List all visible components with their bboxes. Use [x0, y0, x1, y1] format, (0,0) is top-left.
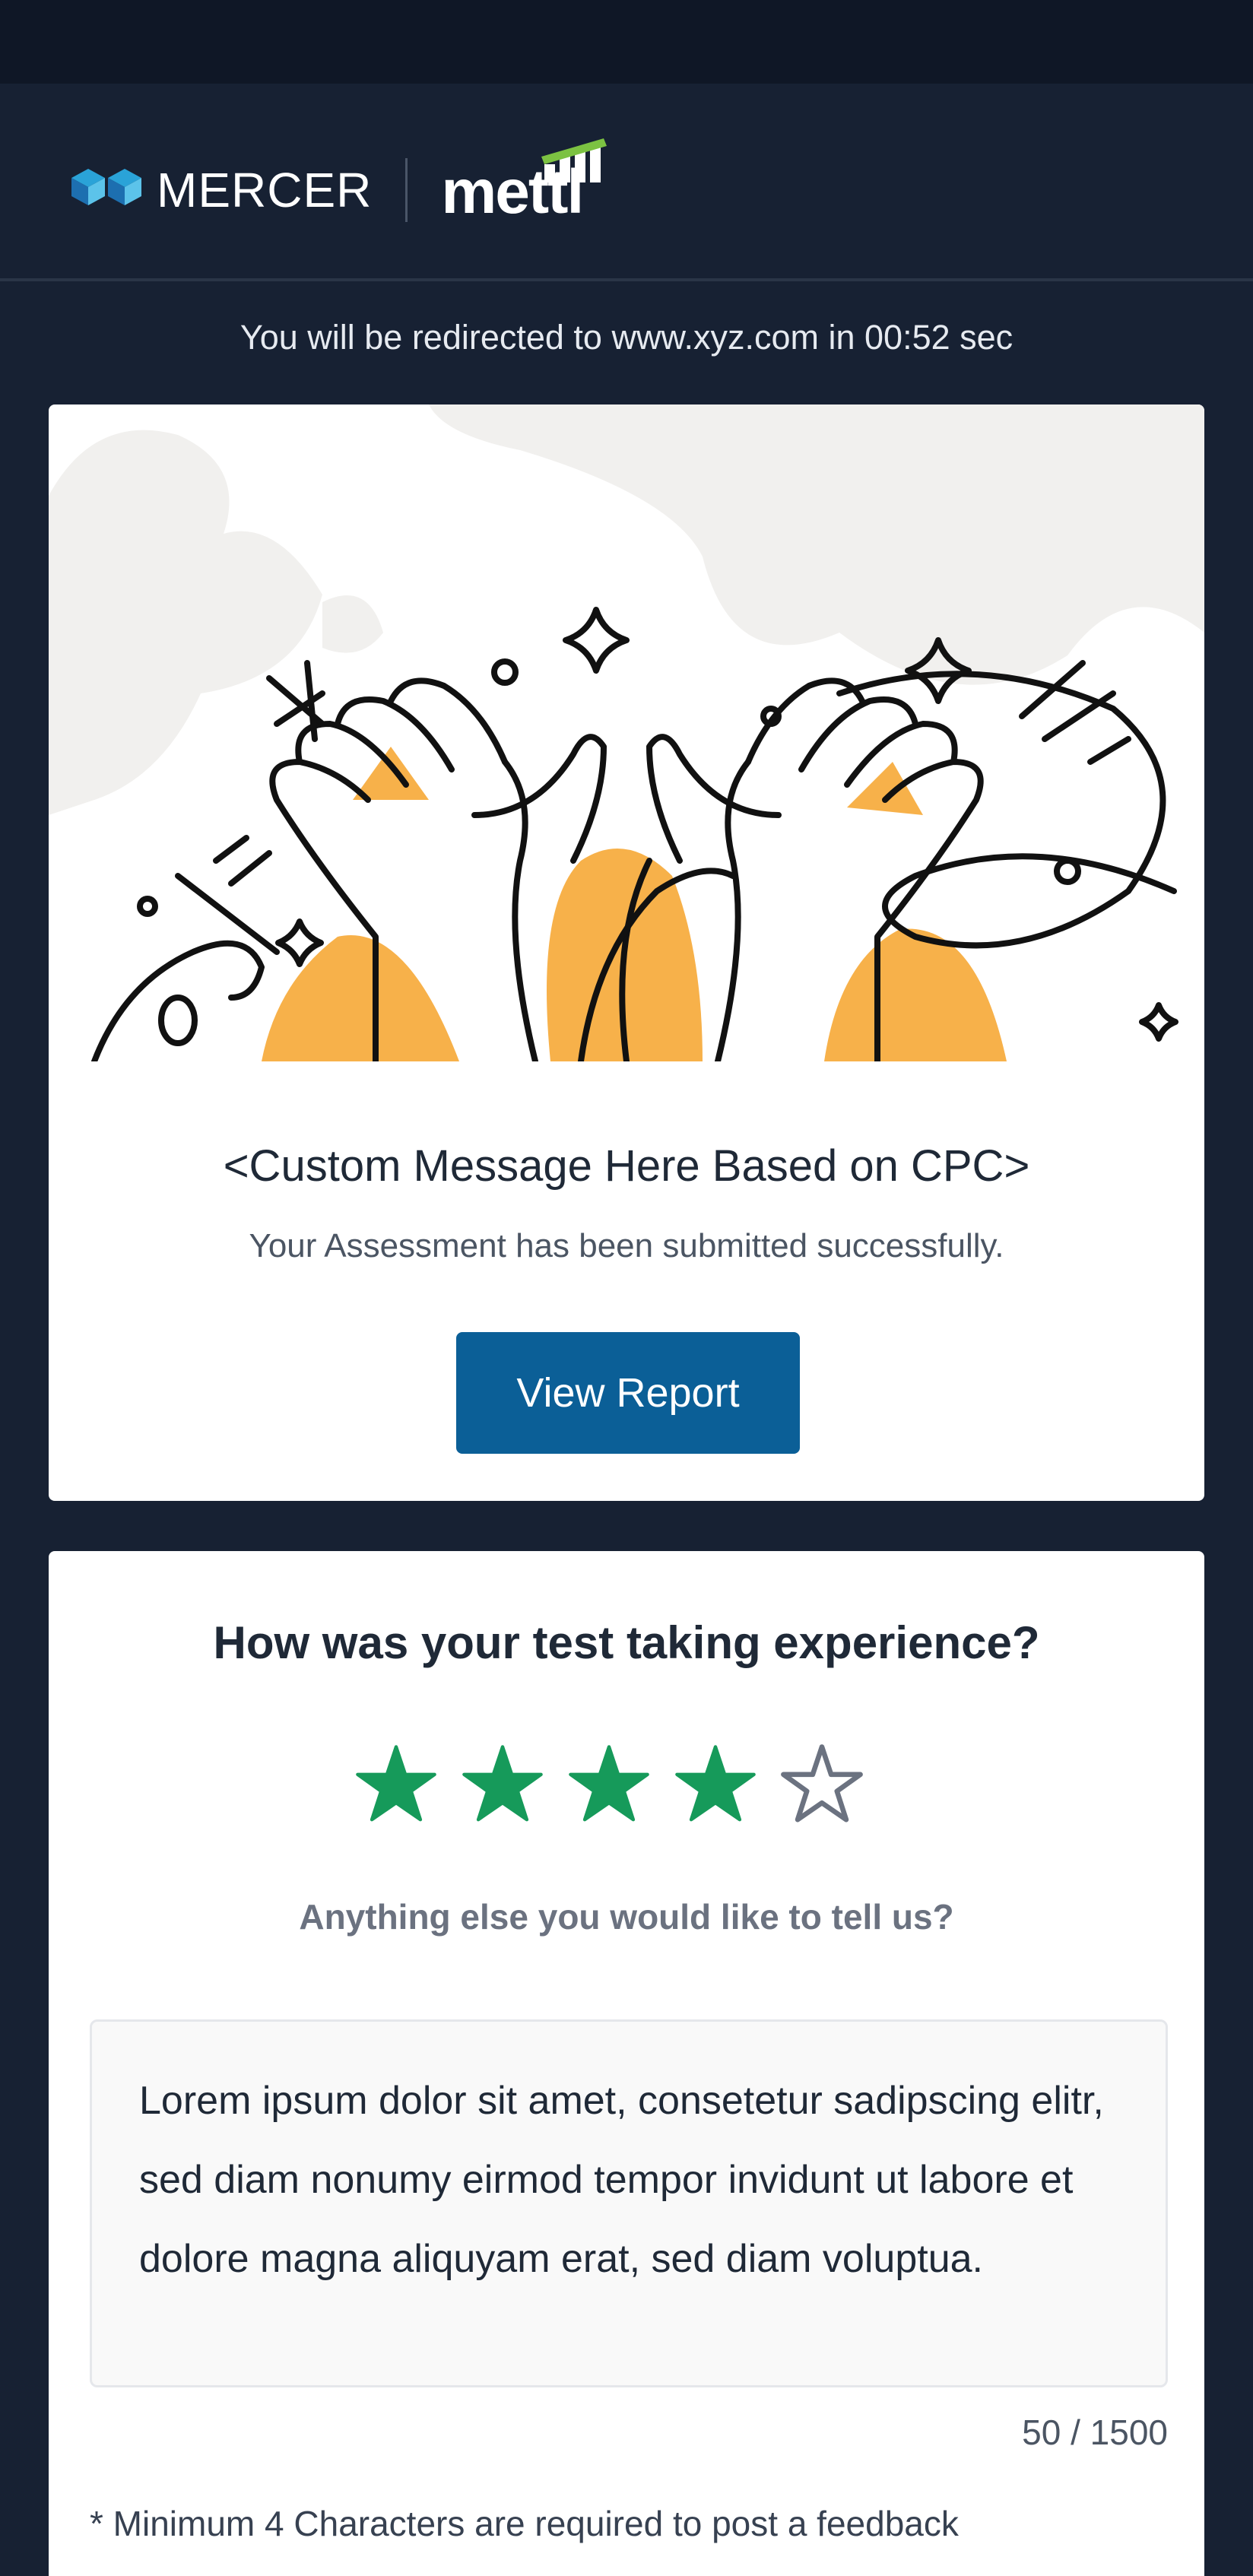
- view-report-button[interactable]: View Report: [456, 1332, 800, 1454]
- submitted-message: Your Assessment has been submitted succe…: [249, 1227, 1004, 1264]
- minimum-characters-note: * Minimum 4 Characters are required to p…: [90, 2504, 959, 2543]
- status-bar: [0, 0, 1253, 84]
- feedback-prompt: Anything else you would like to tell us?: [299, 1897, 954, 1937]
- mettl-logo: mettl: [441, 137, 607, 228]
- logo-divider: [405, 158, 408, 222]
- high-five-illustration: [49, 404, 1204, 1061]
- star-filled-icon[interactable]: [354, 1743, 438, 1826]
- mettl-bars-icon: [541, 138, 607, 182]
- mercer-wordmark: MERCER: [157, 163, 373, 217]
- star-empty-icon[interactable]: [780, 1743, 864, 1826]
- star-rating[interactable]: [354, 1743, 887, 1826]
- star-filled-icon[interactable]: [567, 1743, 651, 1826]
- custom-message: <Custom Message Here Based on CPC>: [223, 1141, 1030, 1191]
- feedback-question: How was your test taking experience?: [213, 1617, 1040, 1668]
- brand-logos: MERCER mettl: [71, 129, 607, 236]
- character-count: 50 / 1500: [1022, 2413, 1168, 2452]
- mercer-logo-icon: [71, 169, 141, 205]
- star-filled-icon[interactable]: [674, 1743, 757, 1826]
- star-filled-icon[interactable]: [461, 1743, 544, 1826]
- redirect-countdown: You will be redirected to www.xyz.com in…: [239, 318, 1014, 357]
- feedback-textarea[interactable]: Lorem ipsum dolor sit amet, consetetur s…: [90, 2019, 1168, 2387]
- header: MERCER mettl: [0, 84, 1253, 281]
